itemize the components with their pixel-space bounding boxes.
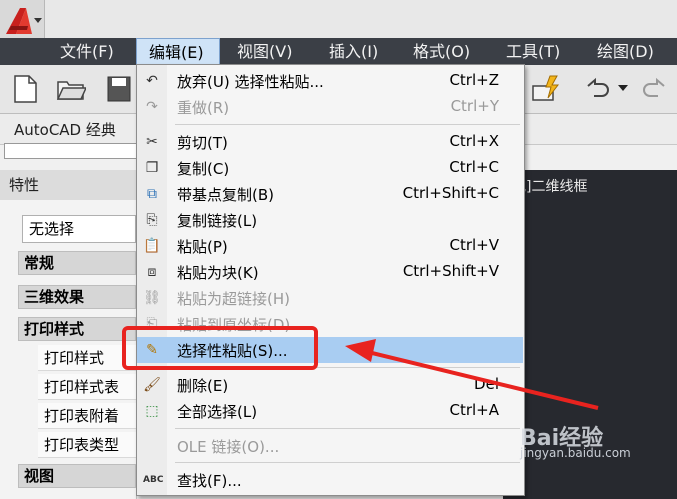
watermark-url: jingyan.baidu.com [520, 446, 631, 460]
